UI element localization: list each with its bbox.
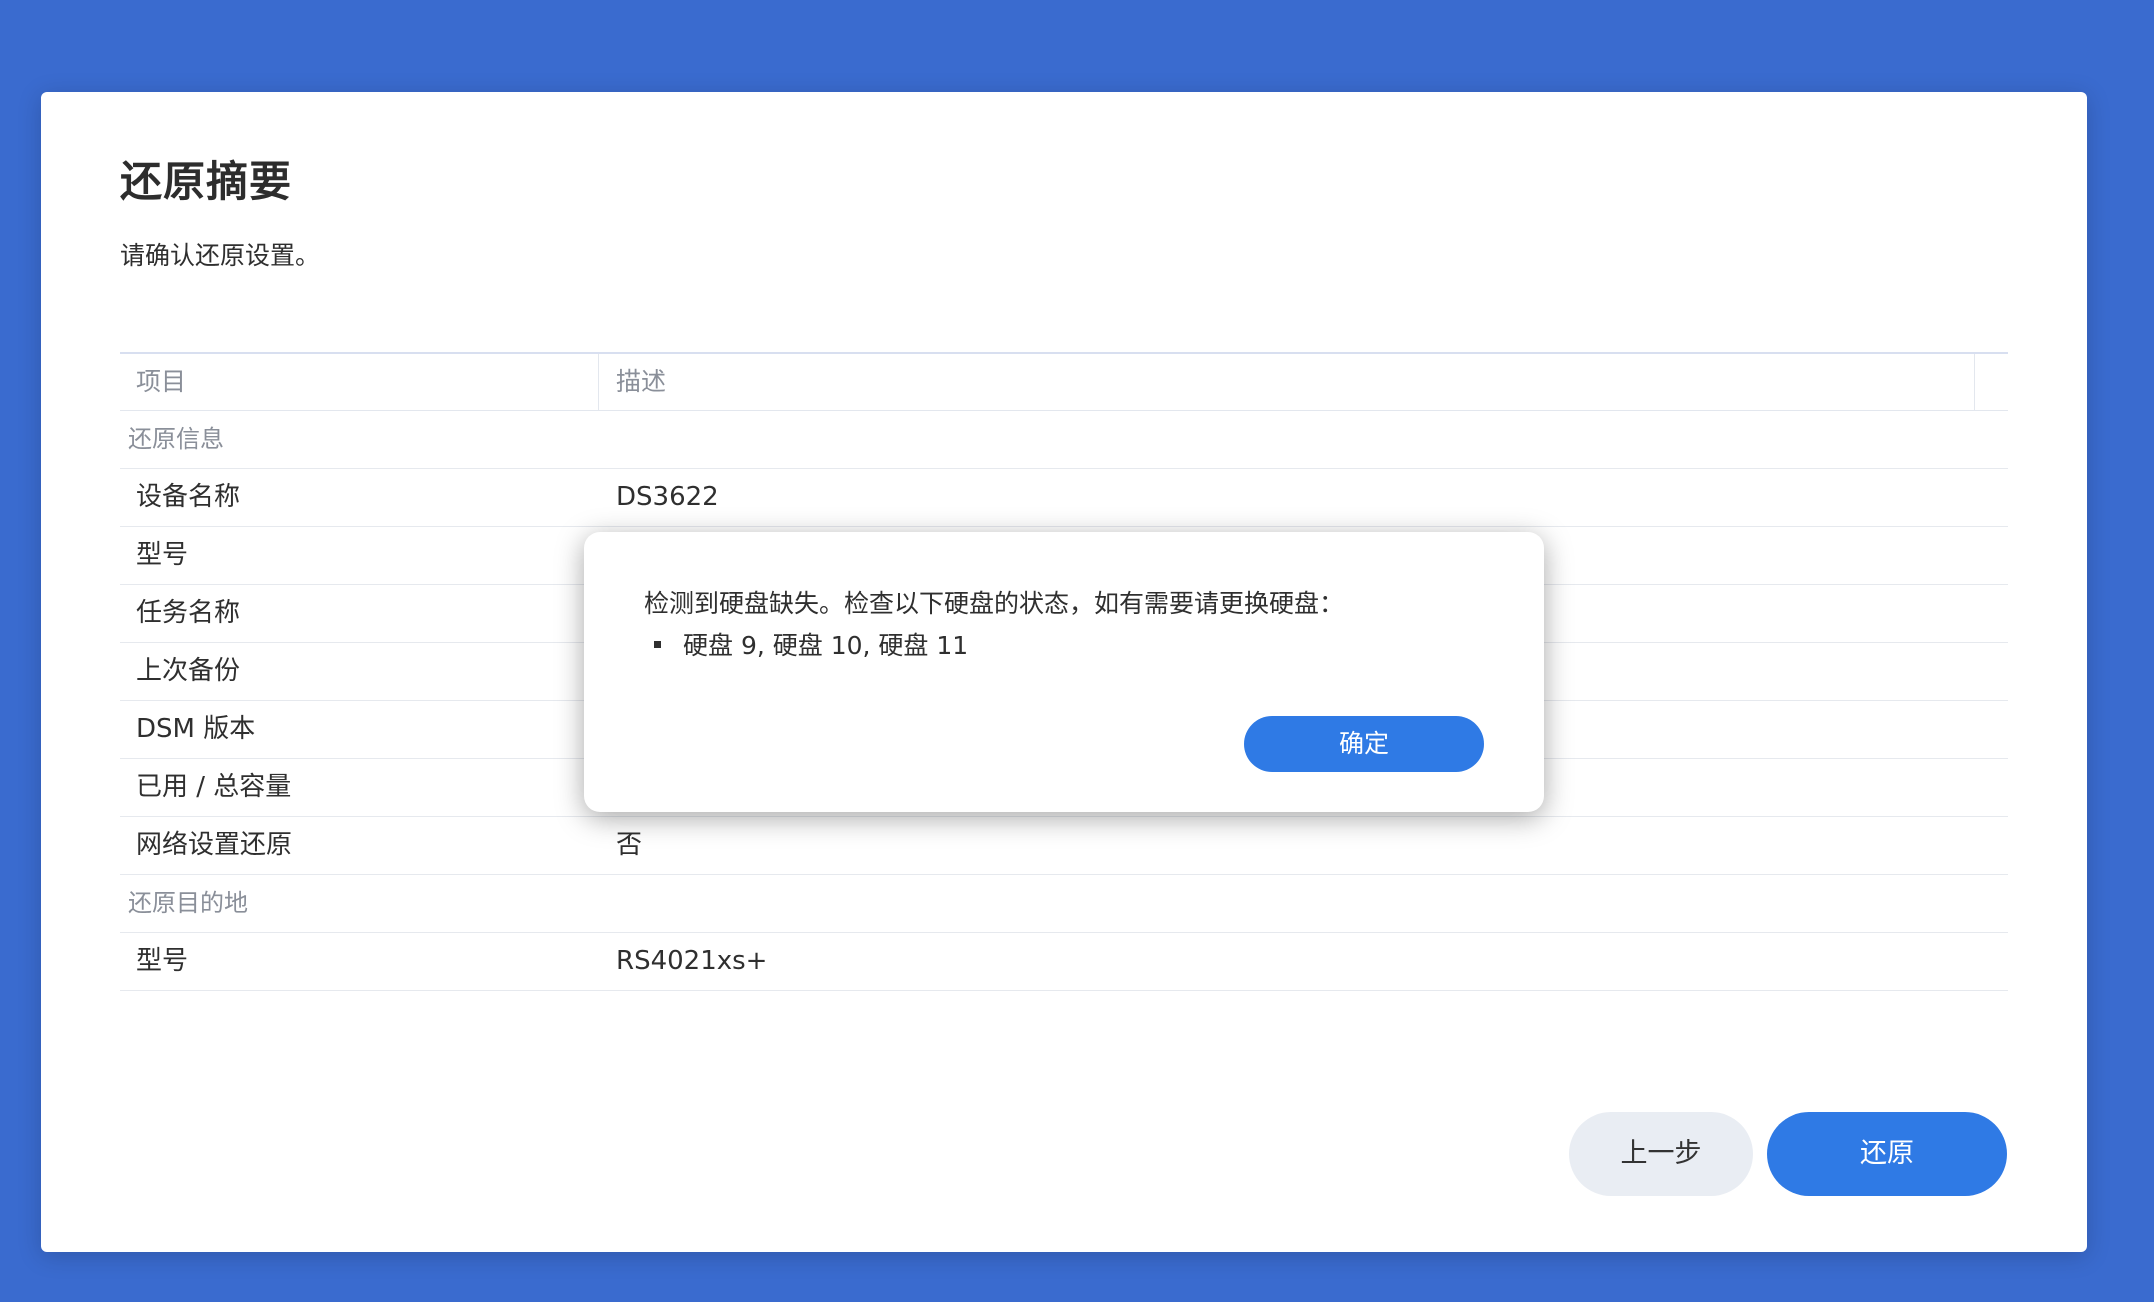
page-title: 还原摘要 bbox=[120, 157, 293, 206]
group-label: 还原目的地 bbox=[128, 889, 248, 917]
row-value: DS3622 bbox=[616, 482, 719, 512]
column-separator bbox=[598, 354, 599, 410]
missing-disk-dialog: 检测到硬盘缺失。检查以下硬盘的状态，如有需要请更换硬盘： 硬盘 9, 硬盘 10… bbox=[584, 532, 1544, 812]
bullet-icon bbox=[654, 640, 661, 648]
dialog-message: 检测到硬盘缺失。检查以下硬盘的状态，如有需要请更换硬盘： bbox=[644, 589, 1345, 618]
dialog-disk-list: 硬盘 9, 硬盘 10, 硬盘 11 bbox=[654, 626, 968, 662]
restore-button[interactable]: 还原 bbox=[1767, 1112, 2007, 1196]
row-value: 否 bbox=[616, 830, 643, 860]
group-row-restore-info: 还原信息 bbox=[120, 411, 2008, 469]
table-header: 项目 描述 bbox=[120, 352, 2008, 411]
column-header-item: 项目 bbox=[136, 367, 187, 396]
group-row-restore-destination: 还原目的地 bbox=[120, 875, 2008, 933]
previous-step-button[interactable]: 上一步 bbox=[1569, 1112, 1753, 1196]
group-label: 还原信息 bbox=[128, 425, 224, 453]
row-key: 已用 / 总容量 bbox=[136, 772, 292, 802]
row-key: 网络设置还原 bbox=[136, 830, 293, 860]
row-key: 型号 bbox=[136, 540, 189, 570]
table-row: 型号 RS4021xs+ bbox=[120, 933, 2008, 991]
row-key: 设备名称 bbox=[136, 482, 241, 512]
row-value: RS4021xs+ bbox=[616, 946, 768, 976]
row-key: 任务名称 bbox=[136, 598, 241, 628]
column-header-desc: 描述 bbox=[616, 367, 667, 396]
row-key: DSM 版本 bbox=[136, 714, 256, 744]
row-key: 型号 bbox=[136, 946, 189, 976]
page-subtitle: 请确认还原设置。 bbox=[120, 241, 321, 270]
dialog-list-item: 硬盘 9, 硬盘 10, 硬盘 11 bbox=[683, 631, 969, 660]
table-row: 网络设置还原 否 bbox=[120, 817, 2008, 875]
row-key: 上次备份 bbox=[136, 656, 241, 686]
column-separator bbox=[1974, 354, 1975, 410]
table-row: 设备名称 DS3622 bbox=[120, 469, 2008, 527]
ok-button[interactable]: 确定 bbox=[1244, 716, 1484, 772]
